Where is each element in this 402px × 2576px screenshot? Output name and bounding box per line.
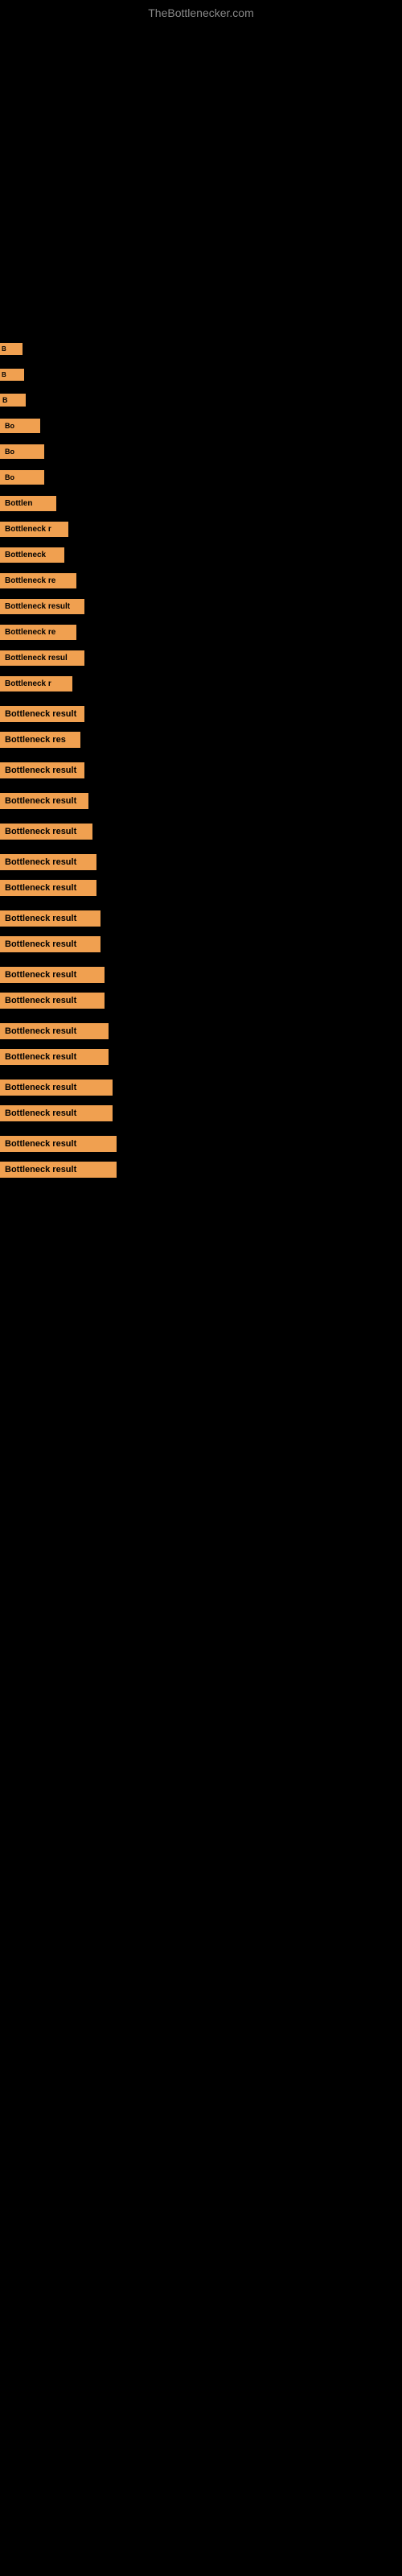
bottleneck-result-label: Bottleneck result (0, 967, 105, 983)
bottleneck-result-label: Bottleneck result (0, 824, 92, 840)
list-item: Bottleneck result (0, 819, 402, 844)
list-item: Bottleneck (0, 543, 402, 567)
bottleneck-result-label: Bottleneck result (0, 1136, 117, 1152)
bottleneck-result-label: Bottleneck result (0, 1162, 117, 1178)
list-item: Bo (0, 440, 402, 464)
list-item: Bottleneck result (0, 906, 402, 931)
list-item: Bottleneck result (0, 789, 402, 813)
bottleneck-result-label: Bottleneck result (0, 1105, 113, 1121)
bottleneck-result-label: Bottleneck result (0, 706, 84, 722)
list-item: Bottleneck re (0, 620, 402, 644)
bottleneck-result-label: B (0, 369, 24, 381)
list-item: Bottleneck res (0, 728, 402, 752)
list-item: Bottleneck result (0, 1132, 402, 1156)
bottleneck-result-label: Bottleneck result (0, 993, 105, 1009)
bottleneck-result-label: Bottleneck result (0, 1023, 109, 1039)
list-item: Bottleneck result (0, 876, 402, 900)
list-item: Bo (0, 414, 402, 438)
list-item: B (0, 388, 402, 412)
bottleneck-result-label: B (0, 394, 26, 407)
bottleneck-result-label: Bottlen (0, 496, 56, 511)
bottleneck-list: B B B Bo Bo Bo Bottlen Bottleneck r Bottleneck Bo… (0, 336, 402, 1182)
bottleneck-result-label: Bottleneck result (0, 793, 88, 809)
list-item: Bottleneck r (0, 671, 402, 696)
list-item: B (0, 336, 402, 361)
bottleneck-result-label: B (0, 343, 23, 355)
list-item: Bottleneck result (0, 1101, 402, 1125)
bottleneck-result-label: Bottleneck result (0, 936, 100, 952)
list-item: Bottleneck result (0, 1045, 402, 1069)
list-item: Bottlen (0, 491, 402, 515)
bottleneck-result-label: Bottleneck result (0, 599, 84, 614)
list-item: Bottleneck result (0, 1019, 402, 1043)
list-item: Bottleneck r (0, 517, 402, 541)
list-item: Bottleneck result (0, 758, 402, 782)
bottleneck-result-label: Bottleneck (0, 547, 64, 563)
list-item: Bottleneck result (0, 850, 402, 874)
site-title: TheBottlenecker.com (0, 0, 402, 23)
list-item: Bottleneck resul (0, 646, 402, 670)
bottleneck-result-label: Bo (0, 419, 40, 433)
list-item: Bottleneck result (0, 594, 402, 618)
bottleneck-result-label: Bottleneck result (0, 1049, 109, 1065)
bottleneck-result-label: Bottleneck result (0, 1080, 113, 1096)
list-item: Bottleneck result (0, 932, 402, 956)
bottleneck-result-label: Bottleneck r (0, 522, 68, 537)
chart-area (0, 23, 402, 328)
bottleneck-result-label: Bottleneck re (0, 573, 76, 588)
bottleneck-result-label: Bottleneck result (0, 880, 96, 896)
list-item: B (0, 362, 402, 386)
bottleneck-result-label: Bottleneck r (0, 676, 72, 691)
bottleneck-result-label: Bo (0, 470, 44, 485)
list-item: Bo (0, 465, 402, 489)
list-item: Bottleneck result (0, 1158, 402, 1182)
bottleneck-result-label: Bottleneck result (0, 762, 84, 778)
list-item: Bottleneck re (0, 568, 402, 592)
list-item: Bottleneck result (0, 1075, 402, 1100)
bottleneck-result-label: Bottleneck re (0, 625, 76, 640)
bottleneck-result-label: Bottleneck result (0, 910, 100, 927)
bottleneck-result-label: Bo (0, 444, 44, 459)
bottleneck-result-label: Bottleneck result (0, 854, 96, 870)
list-item: Bottleneck result (0, 702, 402, 726)
site-header: TheBottlenecker.com (0, 0, 402, 23)
bottleneck-result-label: Bottleneck resul (0, 650, 84, 666)
list-item: Bottleneck result (0, 989, 402, 1013)
bottleneck-result-label: Bottleneck res (0, 732, 80, 748)
list-item: Bottleneck result (0, 963, 402, 987)
